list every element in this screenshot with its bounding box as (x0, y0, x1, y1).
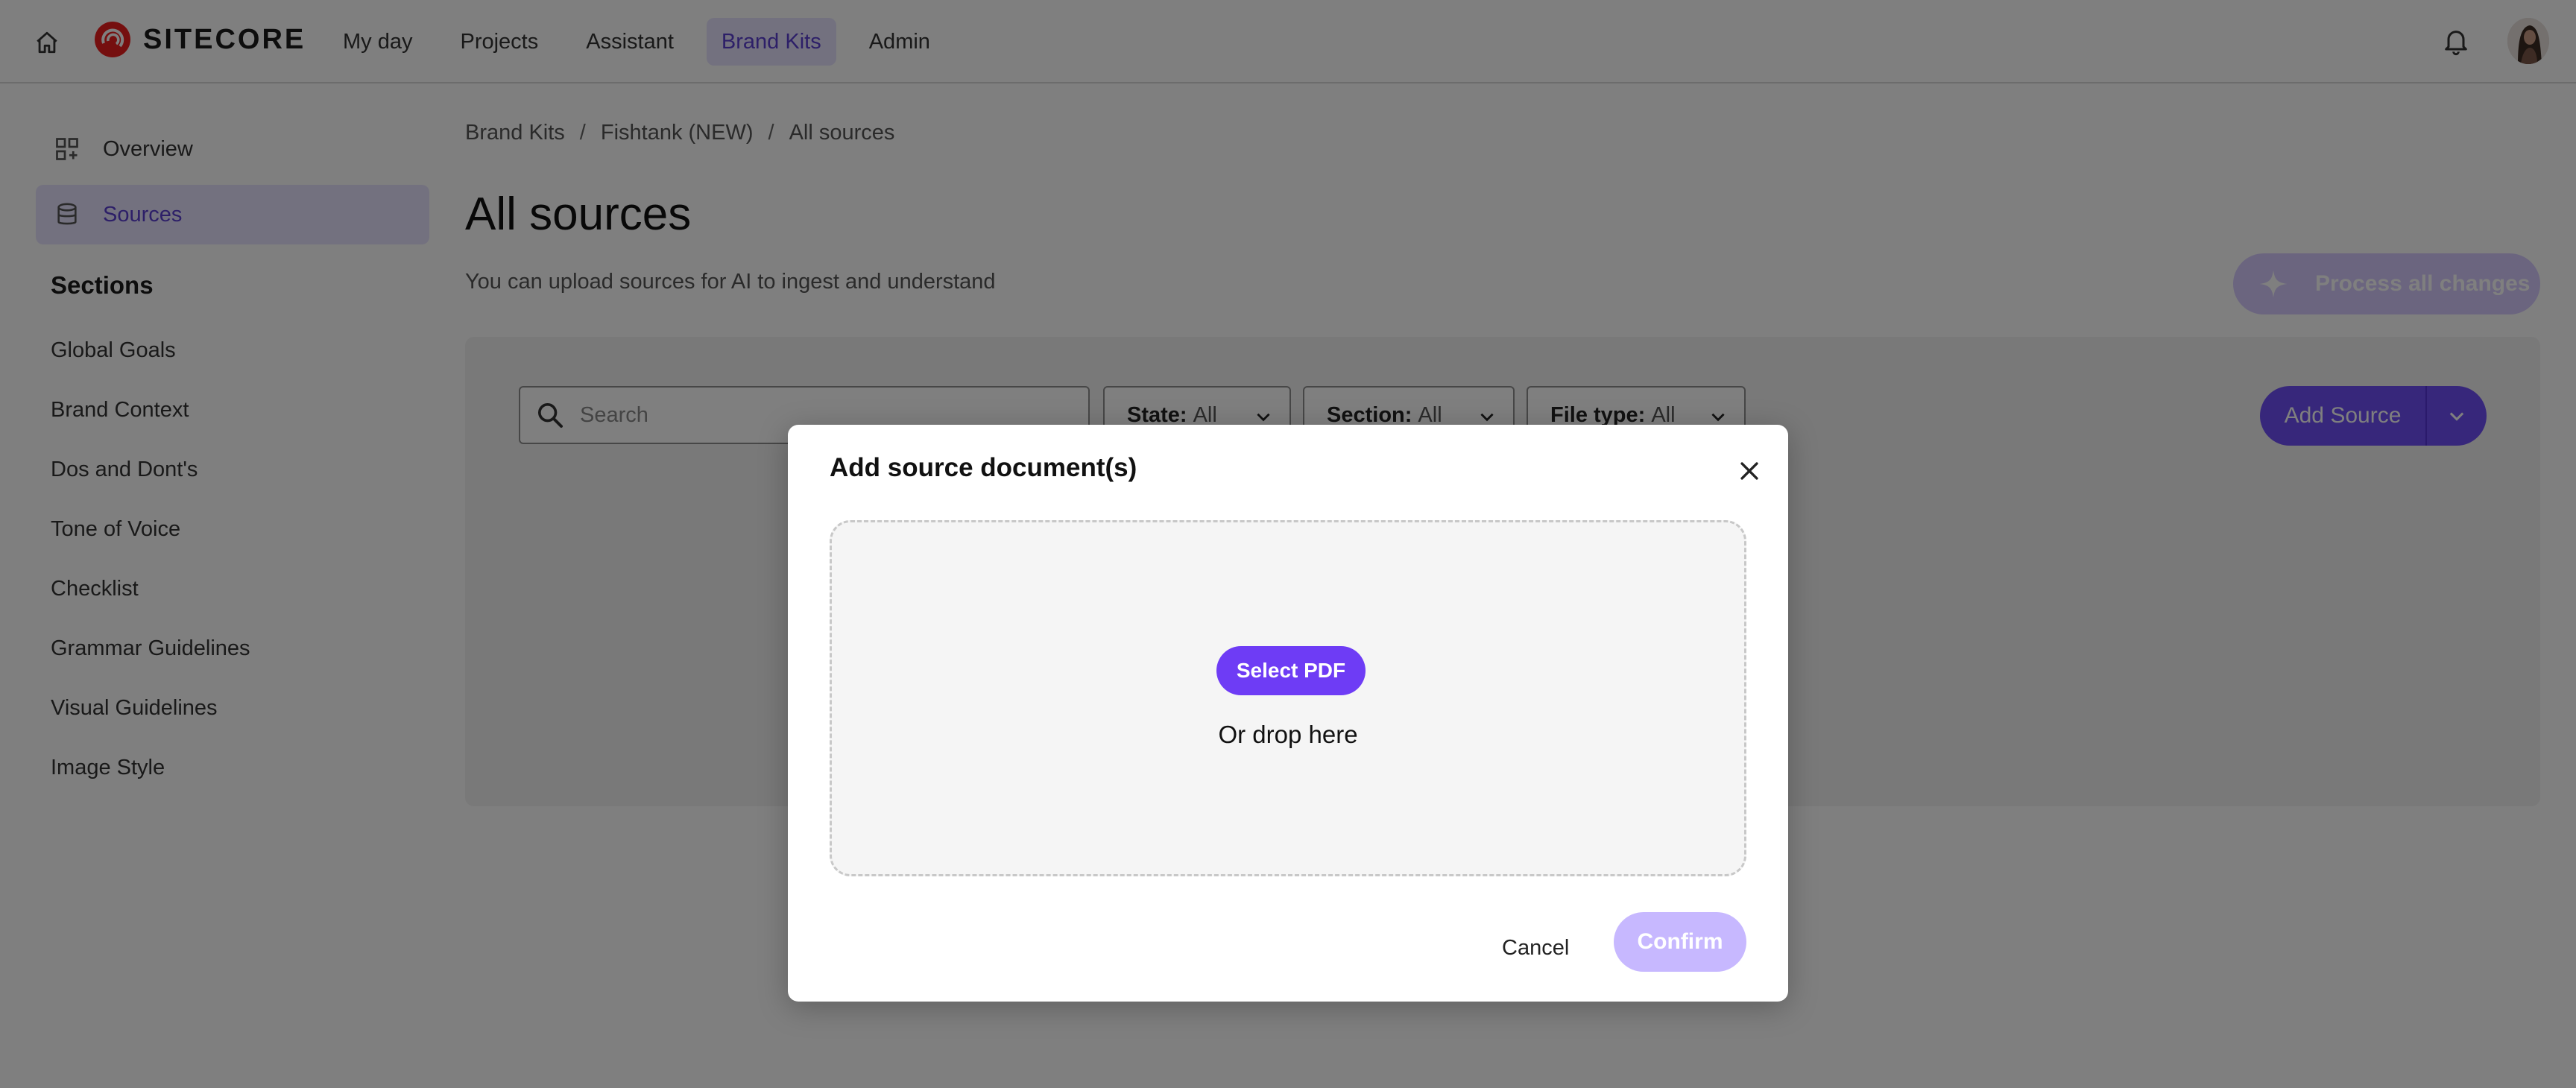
confirm-button[interactable]: Confirm (1614, 912, 1746, 972)
drop-instruction: Or drop here (1218, 721, 1358, 748)
dialog-title: Add source document(s) (830, 453, 1137, 482)
select-pdf-button[interactable]: Select PDF (1216, 646, 1366, 695)
cancel-button[interactable]: Cancel (1491, 929, 1579, 968)
close-icon[interactable] (1731, 453, 1767, 489)
add-source-dialog: Add source document(s) Select PDF Or dro… (788, 425, 1788, 1002)
file-drop-zone[interactable]: Select PDF Or drop here (830, 520, 1746, 876)
